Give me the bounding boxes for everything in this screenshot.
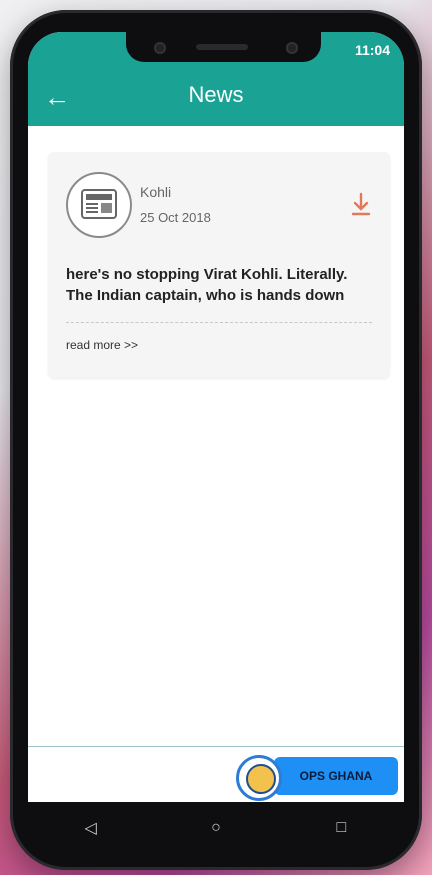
ops-ghana-badge[interactable]: OPS GHANA <box>236 755 400 801</box>
notch <box>126 32 321 62</box>
news-card[interactable]: Kohli 25 Oct 2018 here's no stopping Vir… <box>48 152 390 378</box>
news-snippet: here's no stopping Virat Kohli. Literall… <box>66 264 366 326</box>
news-date: 25 Oct 2018 <box>140 210 211 225</box>
bottom-banner: OPS GHANA <box>28 746 404 802</box>
card-divider <box>66 322 372 323</box>
screen: 11:04 ← News Kohli 25 Oct 2018 here's no… <box>28 32 404 802</box>
emblem-inner <box>246 764 276 794</box>
nav-home-icon[interactable]: ○ <box>196 819 236 837</box>
newspaper-icon <box>66 172 132 238</box>
snippet-line-1: here's no stopping Virat Kohli. Literall… <box>66 266 348 283</box>
snippet-fade <box>66 308 356 326</box>
status-time: 11:04 <box>354 42 390 58</box>
system-nav-bar: ◁ ○ □ <box>28 802 404 854</box>
camera-icon <box>154 42 166 54</box>
news-author: Kohli <box>140 184 172 200</box>
speaker-grille <box>196 44 248 50</box>
download-icon[interactable] <box>350 192 372 218</box>
page-title: News <box>188 82 244 107</box>
news-list: Kohli 25 Oct 2018 here's no stopping Vir… <box>28 126 404 746</box>
snippet-line-2: The Indian captain, who is hands down <box>66 287 345 304</box>
phone-frame: 11:04 ← News Kohli 25 Oct 2018 here's no… <box>10 10 422 870</box>
emblem-icon <box>236 755 282 801</box>
badge-label: OPS GHANA <box>274 757 398 795</box>
status-bar: 11:04 <box>28 32 404 70</box>
nav-back-icon[interactable]: ◁ <box>71 818 111 838</box>
read-more-link[interactable]: read more >> <box>66 338 138 352</box>
nav-recents-icon[interactable]: □ <box>321 819 361 837</box>
sensor-icon <box>286 42 298 54</box>
app-bar: ← News <box>28 70 404 126</box>
